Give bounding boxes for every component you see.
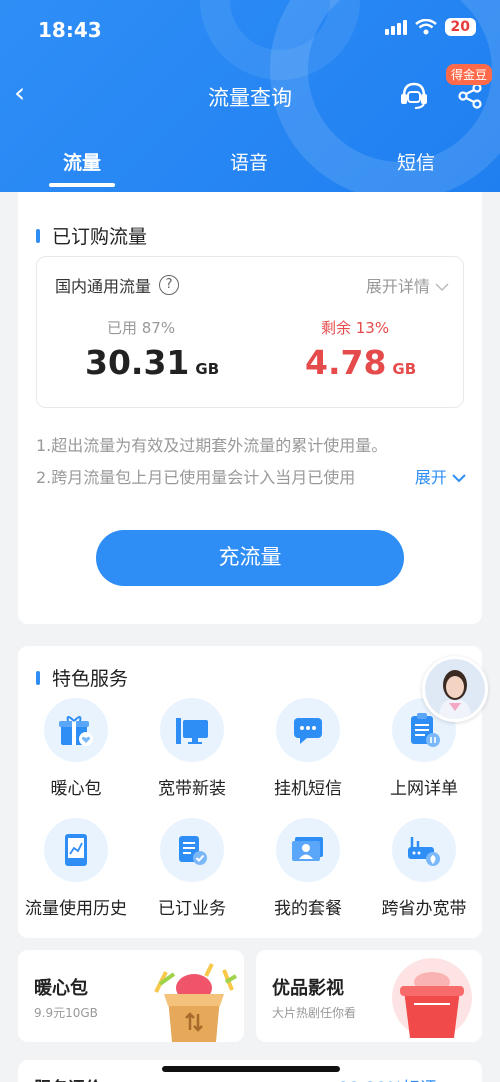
- section-title: 已订购流量: [52, 226, 148, 248]
- used-label: 已用 87%: [107, 319, 176, 337]
- data-usage-panel: 国内通用流量 ? 展开详情 已用 87% 30.31 GB 剩余 13% 4.78…: [36, 256, 464, 408]
- service-label: 挂机短信: [274, 779, 342, 799]
- cellular-signal-icon: [384, 19, 407, 35]
- recharge-data-button[interactable]: 充流量: [96, 530, 404, 586]
- service-item-warm-pack[interactable]: 暖心包: [18, 698, 134, 799]
- customer-service-icon[interactable]: [398, 80, 430, 110]
- note-2: 2.跨月流量包上月已使用量会计入当月已使用: [36, 468, 356, 487]
- notes-expand-link[interactable]: 展开: [412, 462, 466, 494]
- service-label: 我的套餐: [274, 899, 342, 919]
- coin-badge[interactable]: 得金豆: [446, 64, 493, 85]
- contact-card-icon: [292, 837, 323, 861]
- chevron-down-icon: [452, 474, 466, 483]
- tab-bar: 流量 语音 短信: [0, 140, 500, 187]
- document-check-icon: [179, 836, 207, 865]
- service-item-hangup-sms[interactable]: 挂机短信: [250, 698, 366, 799]
- home-indicator[interactable]: [162, 1066, 340, 1072]
- promo-title: 暖心包: [34, 978, 88, 999]
- service-label: 上网详单: [390, 779, 458, 799]
- service-label: 暖心包: [50, 779, 102, 799]
- battery-indicator: 20: [444, 18, 476, 36]
- rating-label: 服务评价: [34, 1074, 102, 1082]
- clipboard-icon: [411, 713, 440, 747]
- router-icon: [408, 837, 440, 866]
- promo-subtitle: 大片热剧任你看: [272, 1006, 357, 1020]
- section-title: 特色服务: [52, 668, 129, 690]
- wifi-icon: [414, 19, 437, 35]
- service-label: 跨省办宽带: [381, 899, 467, 919]
- tab-data[interactable]: 流量: [32, 148, 132, 187]
- service-item-usage-history[interactable]: 流量使用历史: [18, 818, 134, 919]
- status-time: 18:43: [38, 18, 102, 42]
- share-icon[interactable]: [456, 82, 484, 110]
- feature-services-card: 特色服务 暖心包 宽带新装 挂机短信 上网详单 流量使用历史 已订业务 我的套餐…: [18, 646, 482, 938]
- chevron-down-icon: [435, 283, 449, 292]
- header: 18:43 20 ‹ 流量查询 得金豆 流量 语音 短信: [0, 0, 500, 192]
- section-header: 已订购流量: [36, 222, 147, 249]
- gift-heart-icon: [59, 716, 93, 746]
- message-icon: [294, 718, 322, 744]
- section-header: 特色服务: [36, 664, 128, 691]
- gift-box-icon: [154, 963, 238, 1042]
- tab-voice[interactable]: 语音: [199, 148, 299, 175]
- remaining-label: 剩余 13%: [321, 319, 390, 337]
- phone-chart-icon: [65, 834, 87, 866]
- rating-value: 99.19%好评: [338, 1074, 437, 1082]
- promo-card-premium-video[interactable]: 优品影视 大片热剧任你看: [256, 950, 482, 1042]
- expand-detail-button[interactable]: 展开详情: [366, 273, 449, 297]
- service-label: 宽带新装: [158, 779, 226, 799]
- subscribed-data-card: 已订购流量 国内通用流量 ? 展开详情 已用 87% 30.31 GB 剩余 13…: [18, 192, 482, 624]
- usage-notes: 1.超出流量为有效及过期套外流量的累计使用量。 2.跨月流量包上月已使用量会计入…: [36, 430, 466, 494]
- used-amount: 30.31 GB: [85, 343, 220, 382]
- service-item-broadband-install[interactable]: 宽带新装: [134, 698, 250, 799]
- remaining-amount: 4.78 GB: [305, 343, 417, 382]
- service-label: 已订业务: [158, 899, 226, 919]
- popcorn-icon: [392, 958, 472, 1038]
- tab-sms[interactable]: 短信: [366, 148, 466, 175]
- promo-subtitle: 9.9元10GB: [34, 1006, 98, 1020]
- status-bar: 18:43 20: [0, 0, 500, 60]
- assistant-avatar-icon: [425, 659, 485, 719]
- promo-card-warm-pack[interactable]: 暖心包 9.9元10GB: [18, 950, 244, 1042]
- monitor-icon: [176, 718, 208, 744]
- nav-bar: ‹ 流量查询: [0, 70, 500, 120]
- service-item-subscribed-services[interactable]: 已订业务: [134, 818, 250, 919]
- service-label: 流量使用历史: [25, 899, 127, 919]
- service-item-my-plan[interactable]: 我的套餐: [250, 818, 366, 919]
- service-item-cross-province-broadband[interactable]: 跨省办宽带: [366, 818, 482, 919]
- note-1: 1.超出流量为有效及过期套外流量的累计使用量。: [36, 436, 388, 455]
- help-icon[interactable]: ?: [159, 275, 180, 295]
- promo-title: 优品影视: [272, 978, 344, 999]
- assistant-avatar[interactable]: [422, 656, 488, 722]
- plan-name: 国内通用流量: [55, 277, 152, 296]
